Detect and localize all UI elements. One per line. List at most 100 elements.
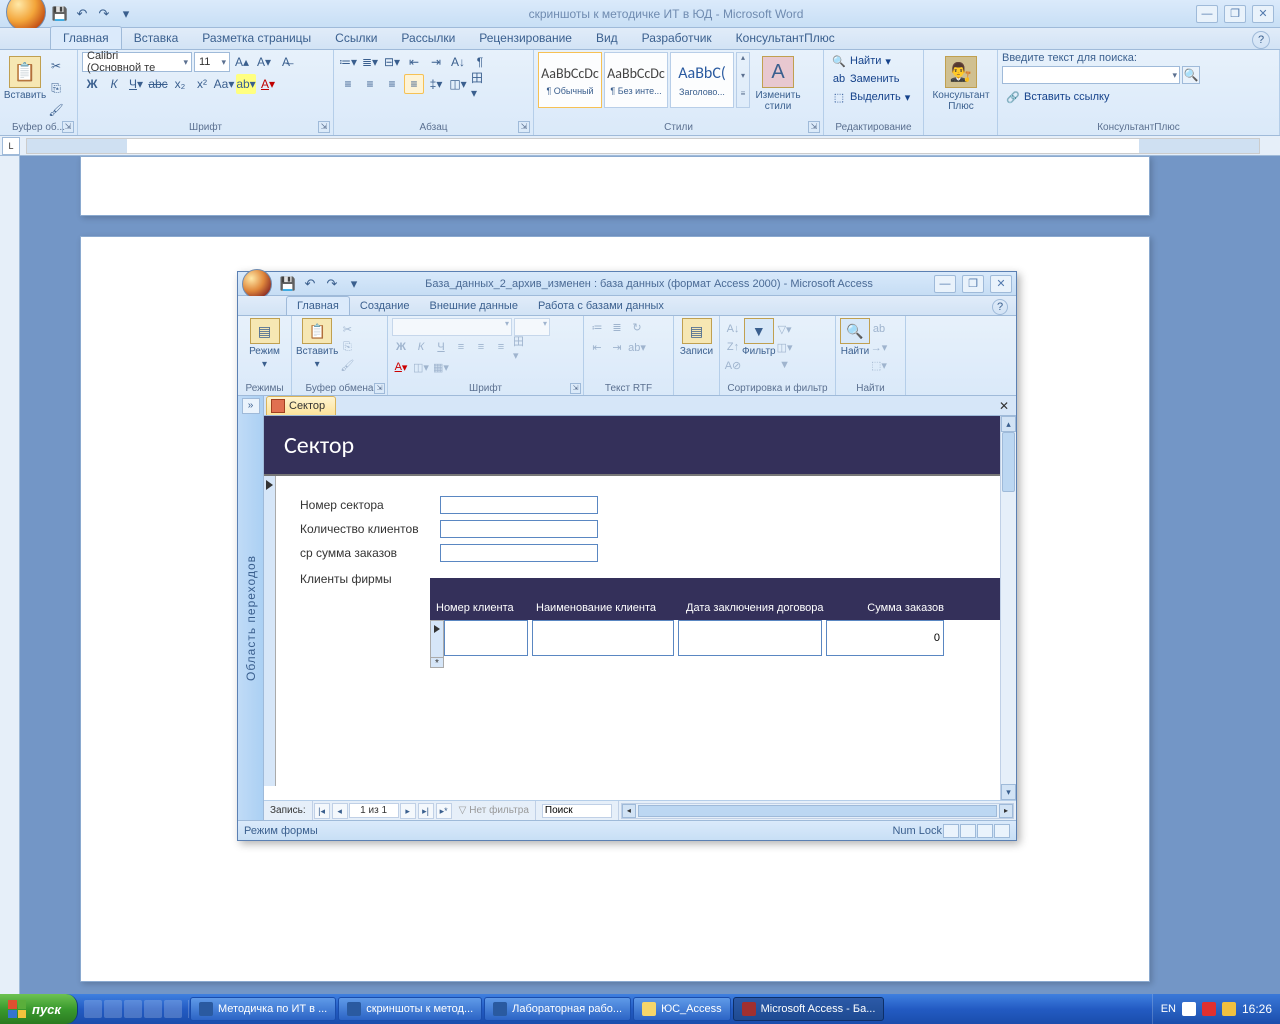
access-minimize-button[interactable]: — bbox=[934, 275, 956, 293]
form-vscroll[interactable]: ▴ ▾ bbox=[1000, 416, 1016, 800]
tab-insert[interactable]: Вставка bbox=[122, 27, 191, 49]
konsultant-search-go[interactable]: 🔍 bbox=[1182, 66, 1200, 84]
align-right-icon[interactable]: ≡ bbox=[382, 74, 402, 94]
access-font-size[interactable] bbox=[514, 318, 550, 336]
sf-contract-date[interactable] bbox=[678, 620, 822, 656]
hscroll-left-icon[interactable]: ◂ bbox=[622, 804, 636, 818]
select-button[interactable]: ⬚Выделить ▾ bbox=[828, 88, 919, 106]
paste-button[interactable]: 📋 Вставить bbox=[4, 52, 46, 120]
start-button[interactable]: пуск bbox=[0, 994, 78, 1024]
insert-link-button[interactable]: 🔗Вставить ссылку bbox=[1002, 88, 1275, 106]
rt-refresh-icon[interactable]: ↻ bbox=[628, 318, 646, 336]
find-button[interactable]: 🔍Найти ▾ bbox=[828, 52, 919, 70]
save-icon[interactable]: 💾 bbox=[50, 4, 70, 24]
redo-icon[interactable]: ↷ bbox=[94, 4, 114, 24]
ql-icon-1[interactable] bbox=[84, 1000, 102, 1018]
access-paste-button[interactable]: 📋Вставить▾ bbox=[296, 318, 338, 374]
goto-icon[interactable]: →▾ bbox=[870, 338, 888, 356]
access-cut-icon[interactable]: ✂ bbox=[338, 320, 356, 338]
recnav-last-icon[interactable]: ▸| bbox=[418, 803, 434, 819]
form-hscroll[interactable]: ◂ ▸ bbox=[621, 803, 1014, 819]
access-clipboard-launcher[interactable]: ⇲ bbox=[374, 383, 385, 394]
borders-icon[interactable]: 田▾ bbox=[470, 74, 490, 94]
bullets-icon[interactable]: ≔▾ bbox=[338, 52, 358, 72]
ql-icon-4[interactable] bbox=[144, 1000, 162, 1018]
rt-bullets-icon[interactable]: ≔ bbox=[588, 318, 606, 336]
task-item-1[interactable]: Методичка по ИТ в ... bbox=[190, 997, 336, 1021]
access-bold-icon[interactable]: Ж bbox=[392, 338, 410, 356]
help-icon[interactable]: ? bbox=[1252, 31, 1270, 49]
font-dialog-launcher[interactable]: ⇲ bbox=[318, 121, 330, 133]
access-tab-database[interactable]: Работа с базами данных bbox=[528, 297, 674, 315]
tray-icon-3[interactable] bbox=[1222, 1002, 1236, 1016]
style-heading[interactable]: AaBbC( Заголово... bbox=[670, 52, 734, 108]
access-qat-more-icon[interactable]: ▾ bbox=[344, 274, 364, 294]
sort-clear-icon[interactable]: A⊘ bbox=[724, 356, 742, 374]
access-alt-fill-icon[interactable]: ▦▾ bbox=[432, 358, 450, 376]
scroll-down-icon[interactable]: ▾ bbox=[1001, 784, 1016, 800]
recnav-prev-icon[interactable]: ◂ bbox=[332, 803, 348, 819]
access-italic-icon[interactable]: К bbox=[412, 338, 430, 356]
sf-client-name[interactable] bbox=[532, 620, 674, 656]
shrink-font-icon[interactable]: A▾ bbox=[254, 52, 274, 72]
rt-highlight-icon[interactable]: ab▾ bbox=[628, 338, 646, 356]
task-item-3[interactable]: Лабораторная рабо... bbox=[484, 997, 631, 1021]
ql-icon-3[interactable] bbox=[124, 1000, 142, 1018]
bold-icon[interactable]: Ж bbox=[82, 74, 102, 94]
align-center-icon[interactable]: ≡ bbox=[360, 74, 380, 94]
recnav-nofilter[interactable]: ▽Нет фильтра bbox=[453, 801, 536, 820]
rt-indent-dec-icon[interactable]: ⇤ bbox=[588, 338, 606, 356]
filter-adv-icon[interactable]: ◫▾ bbox=[776, 338, 794, 356]
undo-icon[interactable]: ↶ bbox=[72, 4, 92, 24]
tab-home[interactable]: Главная bbox=[50, 26, 122, 49]
recnav-first-icon[interactable]: |◂ bbox=[314, 803, 330, 819]
ql-icon-5[interactable] bbox=[164, 1000, 182, 1018]
indent-increase-icon[interactable]: ⇥ bbox=[426, 52, 446, 72]
italic-icon[interactable]: К bbox=[104, 74, 124, 94]
tab-selector[interactable]: L bbox=[2, 137, 20, 155]
tray-lang[interactable]: EN bbox=[1161, 1003, 1176, 1015]
access-tab-home[interactable]: Главная bbox=[286, 296, 350, 315]
indent-decrease-icon[interactable]: ⇤ bbox=[404, 52, 424, 72]
access-help-icon[interactable]: ? bbox=[992, 299, 1008, 315]
horizontal-ruler[interactable]: L bbox=[0, 136, 1280, 156]
sf-order-sum[interactable] bbox=[826, 620, 944, 656]
access-painter-icon[interactable]: 🖌 bbox=[338, 356, 356, 374]
replace-icon-acc[interactable]: ab bbox=[870, 320, 888, 338]
underline-icon[interactable]: Ч▾ bbox=[126, 74, 146, 94]
input-sector-no[interactable] bbox=[440, 496, 598, 514]
styles-more-icon[interactable]: ≡ bbox=[737, 89, 749, 107]
find-button-acc[interactable]: 🔍Найти bbox=[840, 318, 870, 374]
record-selector[interactable] bbox=[264, 476, 276, 786]
tab-layout[interactable]: Разметка страницы bbox=[190, 27, 323, 49]
cut-icon[interactable]: ✂ bbox=[46, 56, 66, 76]
task-item-5[interactable]: Microsoft Access - Ба... bbox=[733, 997, 885, 1021]
tab-developer[interactable]: Разработчик bbox=[630, 27, 724, 49]
vertical-ruler[interactable] bbox=[0, 156, 20, 1002]
subform-new-record[interactable]: * bbox=[430, 658, 444, 668]
filter-toggle-icon[interactable]: ▼ bbox=[776, 356, 794, 374]
access-gridlines-icon[interactable]: 田▾ bbox=[512, 338, 530, 356]
access-close-button[interactable]: ✕ bbox=[990, 275, 1012, 293]
clear-format-icon[interactable]: A̶ bbox=[276, 52, 296, 72]
select-icon-acc[interactable]: ⬚▾ bbox=[870, 356, 888, 374]
view-button[interactable]: ▤Режим▾ bbox=[242, 318, 287, 370]
line-spacing-icon[interactable]: ‡▾ bbox=[426, 74, 446, 94]
tab-mailings[interactable]: Рассылки bbox=[389, 27, 467, 49]
close-button[interactable]: ✕ bbox=[1252, 5, 1274, 23]
sort-asc-icon[interactable]: A↓ bbox=[724, 320, 742, 338]
justify-icon[interactable]: ≡ bbox=[404, 74, 424, 94]
tab-review[interactable]: Рецензирование bbox=[467, 27, 584, 49]
font-color-icon[interactable]: A▾ bbox=[258, 74, 278, 94]
access-align-left-icon[interactable]: ≡ bbox=[452, 338, 470, 356]
replace-button[interactable]: abЗаменить bbox=[828, 70, 919, 88]
font-size-select[interactable]: 11 bbox=[194, 52, 230, 72]
tab-konsultant[interactable]: КонсультантПлюс bbox=[724, 27, 847, 49]
konsultant-button[interactable]: 👨‍⚖️ Консультант Плюс bbox=[928, 52, 994, 116]
konsultant-search-input[interactable]: ▾ bbox=[1002, 66, 1180, 84]
recnav-search-input[interactable] bbox=[542, 804, 612, 818]
tab-references[interactable]: Ссылки bbox=[323, 27, 389, 49]
subscript-icon[interactable]: x₂ bbox=[170, 74, 190, 94]
records-button[interactable]: ▤Записи bbox=[678, 318, 715, 357]
access-align-right-icon[interactable]: ≡ bbox=[492, 338, 510, 356]
